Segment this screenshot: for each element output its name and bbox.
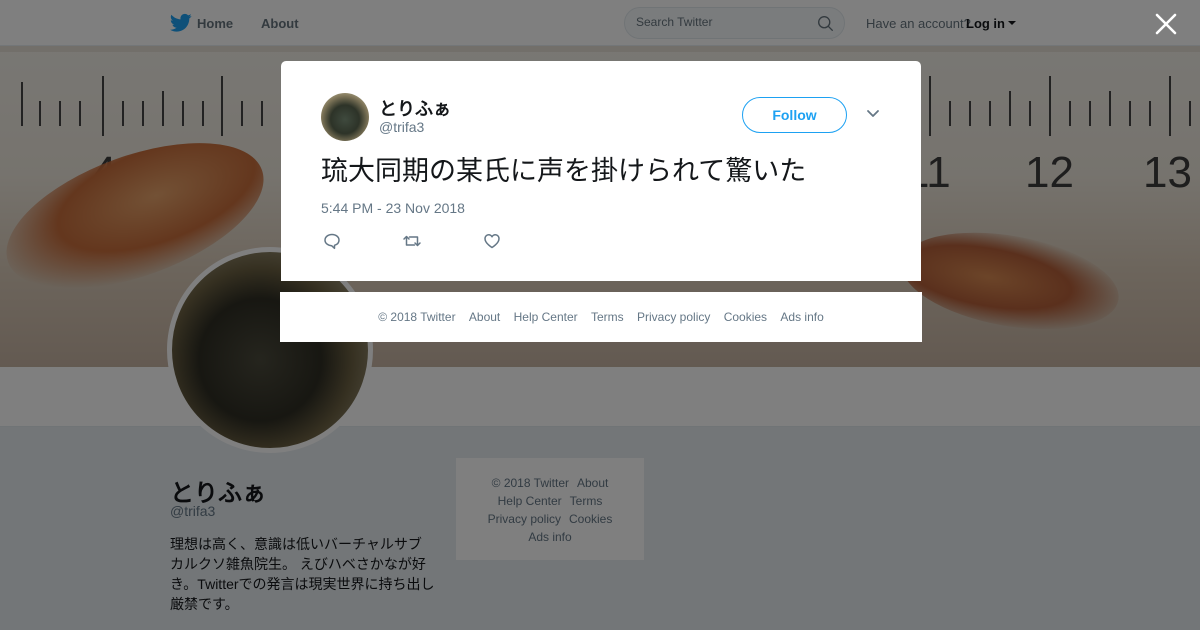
tweet-modal: とりふぁ @trifa3 Follow 琉大同期の某氏に声を掛けられて驚いた 5… <box>281 61 921 281</box>
tweet-timestamp[interactable]: 5:44 PM - 23 Nov 2018 <box>321 200 465 216</box>
modal-footer-cookies-link[interactable]: Cookies <box>724 310 767 324</box>
tweet-text: 琉大同期の某氏に声を掛けられて驚いた <box>321 156 807 186</box>
close-icon[interactable] <box>1153 11 1179 37</box>
tweet-author-handle[interactable]: @trifa3 <box>379 119 424 135</box>
tweet-author-name[interactable]: とりふぁ <box>379 95 451 121</box>
modal-footer-about-link[interactable]: About <box>469 310 500 324</box>
modal-footer-terms-link[interactable]: Terms <box>591 310 624 324</box>
follow-button[interactable]: Follow <box>742 97 847 133</box>
modal-footer-privacy-link[interactable]: Privacy policy <box>637 310 710 324</box>
modal-footer: © 2018 Twitter About Help Center Terms P… <box>280 292 922 342</box>
modal-footer-help-link[interactable]: Help Center <box>514 310 578 324</box>
modal-footer-copyright: © 2018 Twitter <box>378 310 456 324</box>
retweet-icon[interactable] <box>402 231 422 251</box>
tweet-author-avatar[interactable] <box>321 93 369 141</box>
like-icon[interactable] <box>482 231 502 251</box>
reply-icon[interactable] <box>322 231 342 251</box>
modal-footer-ads-link[interactable]: Ads info <box>780 310 823 324</box>
chevron-down-icon[interactable] <box>866 109 880 119</box>
